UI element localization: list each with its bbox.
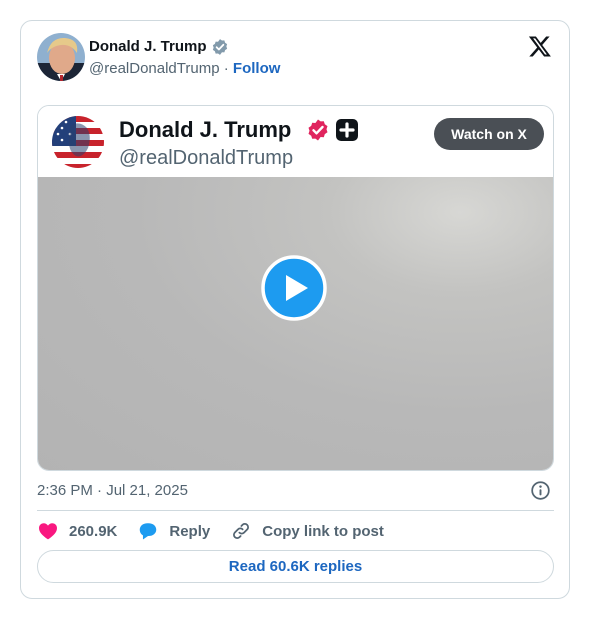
video-author-avatar (52, 116, 104, 168)
author-name[interactable]: Donald J. Trump (89, 38, 207, 55)
author-avatar[interactable] (37, 33, 85, 81)
video-card-header: Donald J. Trump @realDonaldTrump Watch o… (38, 106, 553, 177)
watch-on-x-button[interactable]: Watch on X (434, 118, 544, 150)
embedded-post-card: Donald J. Trump @realDonaldTrump · Follo… (20, 20, 570, 599)
separator-dot: · (223, 60, 229, 77)
video-card[interactable]: Donald J. Trump @realDonaldTrump Watch o… (37, 105, 554, 471)
read-replies-button[interactable]: Read 60.6K replies (37, 550, 554, 583)
link-icon (233, 523, 250, 539)
reply-button[interactable]: Reply (137, 520, 210, 542)
reply-bubble-icon (140, 523, 157, 540)
verified-badge-icon (306, 118, 330, 142)
video-author-name: Donald J. Trump (119, 117, 292, 142)
author-handle[interactable]: @realDonaldTrump (89, 60, 220, 77)
post-actions: 260.9K Reply Copy link to post (37, 519, 404, 543)
premium-plus-icon (336, 119, 358, 141)
copy-link-label: Copy link to post (262, 522, 384, 540)
divider (37, 510, 554, 511)
like-count: 260.9K (69, 522, 118, 540)
post-timestamp[interactable]: 2:36 PM · Jul 21, 2025 (37, 482, 188, 499)
x-logo-icon[interactable] (528, 34, 552, 58)
like-button[interactable]: 260.9K (37, 520, 117, 542)
verified-badge-icon (211, 38, 229, 56)
video-player[interactable] (38, 177, 553, 470)
heart-icon (39, 523, 57, 540)
video-author-handle: @realDonaldTrump (119, 147, 294, 169)
reply-label: Reply (169, 522, 211, 540)
copy-link-button[interactable]: Copy link to post (230, 520, 384, 542)
follow-button[interactable]: Follow (233, 60, 281, 77)
play-icon[interactable] (261, 255, 327, 321)
author-handle-row: @realDonaldTrump · Follow (89, 60, 280, 77)
info-icon[interactable] (530, 480, 551, 501)
